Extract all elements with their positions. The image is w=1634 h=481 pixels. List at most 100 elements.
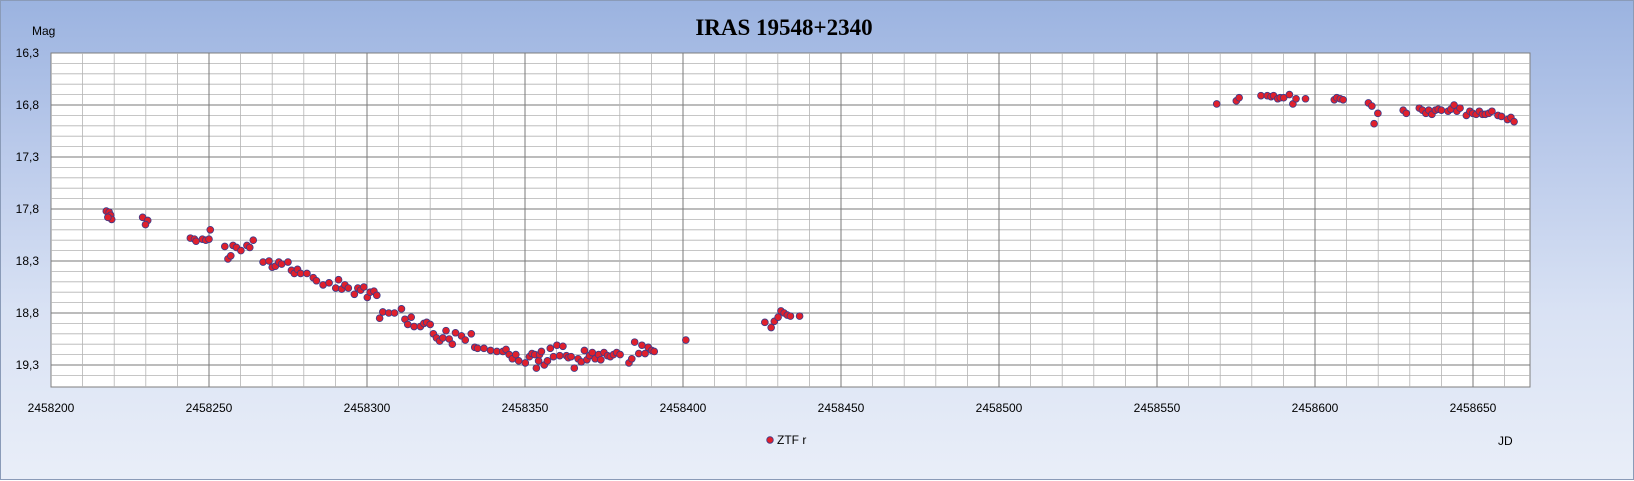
data-point [375,314,384,323]
data-point [1235,93,1243,102]
data-point [634,349,643,358]
x-tick-label: 2458200 [28,401,75,415]
data-point [650,347,659,356]
x-tick-label: 2458550 [1134,401,1181,415]
data-point [205,235,213,243]
y-tick-label: 17,3 [16,150,40,164]
data-point [774,313,782,321]
data-point [1510,117,1518,126]
x-tick-label: 2458250 [186,401,233,415]
data-point [1339,96,1347,104]
data-point [1292,94,1300,103]
data-point [325,279,333,287]
y-tick-label: 16,8 [16,98,40,112]
y-tick-labels: 16,3 16,8 17,3 17,8 18,3 18,8 19,3 [16,46,40,372]
data-point [1285,90,1294,99]
x-tick-label: 2458400 [660,401,707,415]
data-point [480,344,488,353]
data-point [1374,109,1382,118]
data-point [265,257,273,265]
data-point [546,344,555,353]
data-point [567,352,575,361]
y-tick-label: 18,8 [16,306,40,320]
data-point [249,236,258,245]
data-point [334,275,343,284]
data-point [303,269,311,278]
data-point [473,344,482,353]
data-point [192,237,200,246]
y-tick-label: 19,3 [16,358,40,372]
data-point [221,242,229,251]
data-point [245,243,254,252]
data-point [1402,109,1411,118]
data-point [638,341,646,350]
data-point [104,213,112,222]
data-point [597,355,605,364]
data-point [1257,91,1265,100]
x-tick-label: 2458350 [502,401,549,415]
data-point [1437,106,1446,114]
data-point [761,318,769,327]
x-tick-label: 2458500 [976,401,1023,415]
data-point [1212,100,1221,108]
data-point [580,346,589,355]
data-point [397,305,406,313]
data-point [514,357,523,365]
legend-marker [766,436,774,444]
data-point [461,336,470,344]
data-point [537,347,546,356]
data-point [532,364,541,372]
data-point [312,276,321,285]
data-point [767,323,775,332]
data-point [227,252,235,260]
data-point [543,357,552,365]
data-point [296,269,305,278]
data-point [390,309,399,317]
data-point [641,349,649,358]
data-point [1368,102,1376,110]
data-point [360,283,368,291]
data-point [403,320,412,329]
data-point [786,312,795,320]
chart-svg: IRAS 19548+2340 Mag 16,3 16,8 17,3 17,8 18,3… [16,15,1531,448]
data-point [682,336,690,344]
data-point [407,313,416,321]
chart-title: IRAS 19548+2340 [695,15,872,40]
data-point [1301,94,1310,103]
data-point [372,291,381,300]
x-tick-labels: 2458200 2458250 2458300 2458350 2458400 24584… [28,401,1497,415]
data-point [486,346,495,355]
data-point [521,359,530,367]
legend-label: ZTF r [777,433,806,447]
x-tick-label: 2458650 [1450,401,1497,415]
data-point [549,352,558,361]
data-point [628,354,636,363]
plot-area [50,52,1531,388]
x-tick-label: 2458450 [818,401,865,415]
chart-frame: IRAS 19548+2340 Mag 16,3 16,8 17,3 17,8 18,3… [0,0,1634,480]
data-point [467,329,476,338]
x-tick-label: 2458300 [344,401,391,415]
y-tick-label: 18,3 [16,254,40,268]
data-point [426,320,435,329]
data-point [410,322,418,331]
data-point [555,351,564,360]
data-point [795,312,804,320]
data-point [237,246,245,255]
data-point [439,334,447,342]
data-point [206,226,215,234]
data-point [1456,104,1464,112]
data-point [616,350,624,359]
y-tick-label: 17,8 [16,202,40,216]
data-point [442,326,450,335]
x-axis-label: JD [1498,434,1513,448]
data-point [1370,119,1378,128]
data-point [630,338,639,346]
y-axis-label: Mag [32,24,55,38]
data-point [448,340,457,349]
data-point [570,364,579,372]
x-tick-label: 2458600 [1292,401,1339,415]
data-point [512,350,520,359]
data-point [350,290,359,299]
data-point [284,258,292,266]
